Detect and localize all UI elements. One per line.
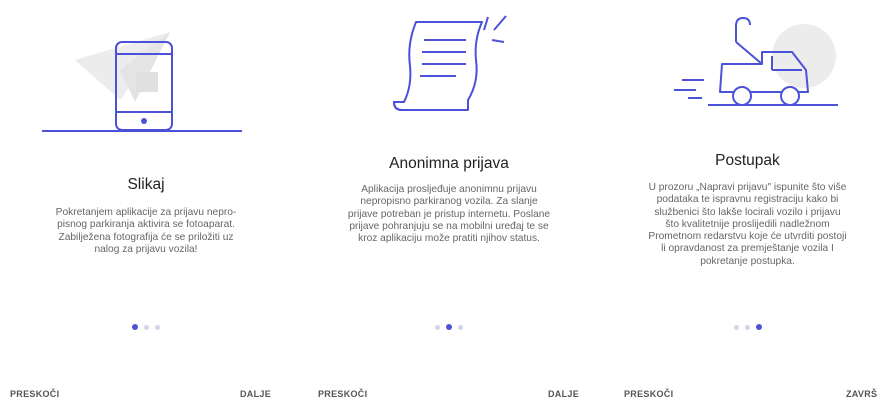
page-dot bbox=[744, 324, 750, 330]
skip-button[interactable]: PRESKOČI bbox=[624, 389, 673, 399]
screen-description: Pokretanjem aplikacije za prijavu nepro-… bbox=[55, 207, 237, 255]
document-icon bbox=[392, 15, 507, 111]
skip-button[interactable]: PRESKOČI bbox=[10, 389, 59, 399]
onboarding-screen-2[interactable]: Anonimna prijava Aplikacija prosljeđuje … bbox=[306, 0, 592, 401]
page-dot-active bbox=[132, 324, 138, 330]
tow-truck-icon bbox=[674, 16, 838, 106]
screen-title: Postupak bbox=[715, 152, 780, 169]
next-button[interactable]: DALJE bbox=[240, 389, 271, 399]
screen-description: U prozoru „Napravi prijavu" ispunite što… bbox=[648, 182, 847, 267]
page-dot bbox=[458, 324, 463, 330]
next-button[interactable]: DALJE bbox=[548, 389, 579, 399]
screen-description: Aplikacija prosljeđuje anonimnu prijavu … bbox=[347, 184, 551, 245]
page-indicator bbox=[0, 322, 292, 332]
skip-button[interactable]: PRESKOČI bbox=[318, 389, 367, 399]
page-dot bbox=[733, 324, 739, 330]
screen-title: Anonimna prijava bbox=[389, 155, 509, 172]
page-indicator bbox=[612, 322, 883, 332]
page-indicator bbox=[306, 322, 592, 332]
page-dot bbox=[155, 324, 160, 330]
page-dot-active bbox=[446, 324, 452, 330]
onboarding-screen-1[interactable]: Slikaj Pokretanjem aplikacije za prijavu… bbox=[0, 0, 292, 401]
onboarding-screen-3[interactable]: Postupak U prozoru „Napravi prijavu" isp… bbox=[612, 0, 883, 401]
onboarding-screens: Slikaj Pokretanjem aplikacije za prijavu… bbox=[0, 0, 883, 401]
finish-button[interactable]: ZAVRŠ bbox=[846, 389, 877, 399]
page-dot-active bbox=[755, 324, 762, 330]
phone-icon bbox=[42, 32, 242, 132]
screen-title: Slikaj bbox=[127, 176, 165, 193]
page-dot bbox=[144, 324, 149, 330]
page-dot bbox=[435, 324, 440, 330]
